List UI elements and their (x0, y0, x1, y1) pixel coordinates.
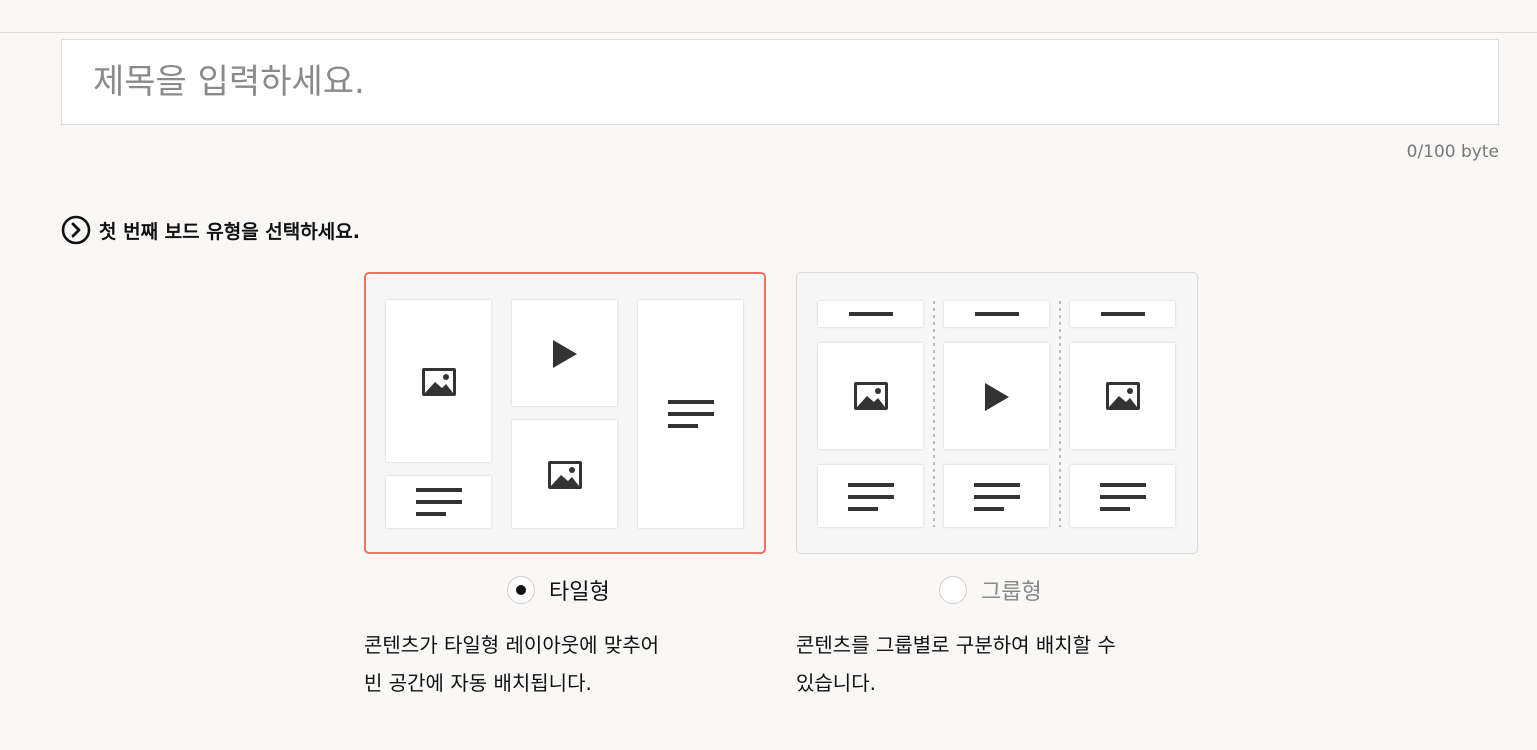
image-icon (854, 382, 888, 410)
image-icon (1106, 382, 1140, 410)
group-description: 콘텐츠를 그룹별로 구분하여 배치할 수 있습니다. (796, 626, 1186, 702)
chevron-right-circle-icon (61, 215, 91, 245)
radio-option-tile[interactable]: 타일형 (507, 570, 610, 610)
tile-description-line1: 콘텐츠가 타일형 레이아웃에 맞추어 (364, 633, 660, 657)
group-layout-card[interactable] (796, 272, 1198, 554)
section-heading-text: 첫 번째 보드 유형을 선택하세요. (99, 220, 360, 243)
radio-button-group[interactable] (939, 576, 967, 604)
byte-counter: 0/100 byte (1406, 142, 1499, 162)
tile-description: 콘텐츠가 타일형 레이아웃에 맞추어 빈 공간에 자동 배치됩니다. (364, 626, 754, 702)
title-field-container (61, 39, 1499, 125)
tile-description-line2: 빈 공간에 자동 배치됩니다. (364, 671, 592, 695)
radio-button-tile[interactable] (507, 576, 535, 604)
radio-label-group: 그룹형 (981, 580, 1042, 605)
image-icon (422, 368, 456, 396)
top-divider (0, 32, 1537, 33)
tile-layout-preview (386, 300, 743, 528)
group-layout-preview (818, 301, 1175, 527)
tile-layout-card[interactable] (364, 272, 766, 554)
radio-option-group[interactable]: 그룹형 (939, 570, 1042, 610)
title-input[interactable] (62, 40, 1498, 124)
image-icon (548, 461, 582, 489)
radio-label-tile: 타일형 (549, 580, 610, 605)
group-description-line2: 있습니다. (796, 671, 876, 695)
section-heading: 첫 번째 보드 유형을 선택하세요. (61, 214, 360, 246)
group-description-line1: 콘텐츠를 그룹별로 구분하여 배치할 수 (796, 633, 1116, 657)
